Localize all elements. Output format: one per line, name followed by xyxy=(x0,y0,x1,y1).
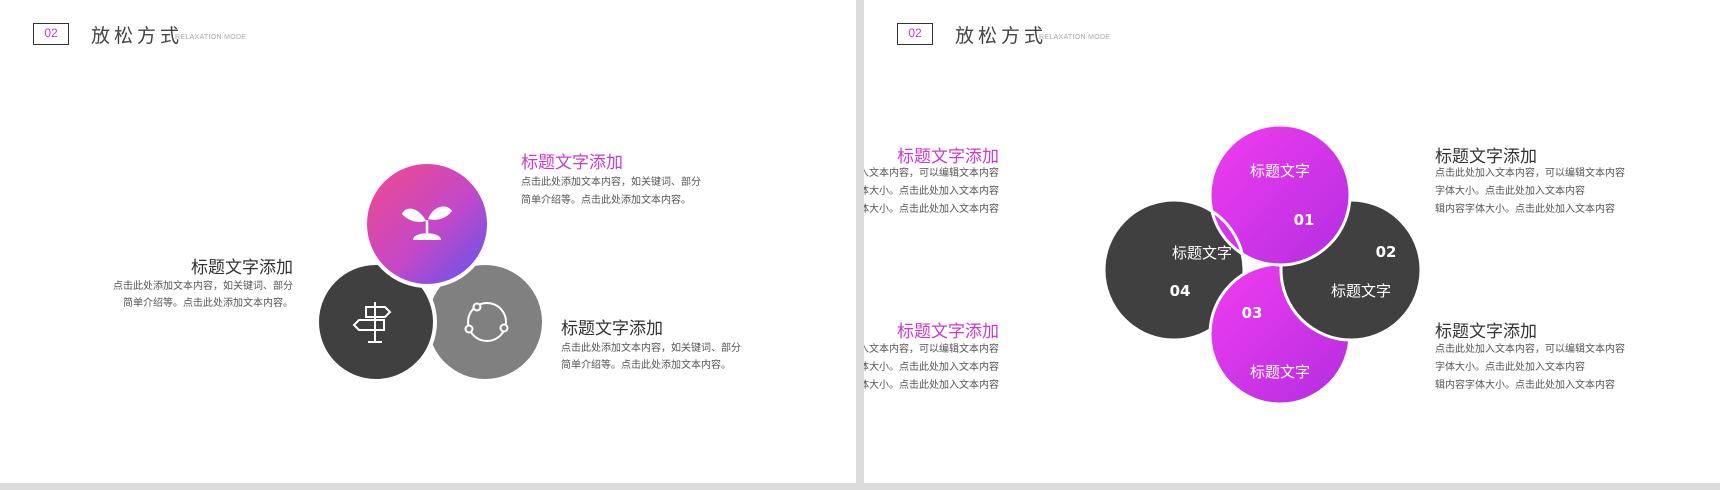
item-rb-line3: 辑内容字体大小。点击此处加入文本内容 xyxy=(1435,380,1615,391)
circle-04-number: 04 xyxy=(1170,282,1191,300)
item-lb-line3: 辑内容字体大小。点击此处加入文本内容 xyxy=(864,380,999,391)
item-left-title: 标题文字添加 xyxy=(191,258,293,278)
item-rb-line1: 点击此处加入文本内容，可以编辑文本内容 xyxy=(1435,344,1625,355)
slide-right: 02 放松方式 RELAXATION MODE 标题文字 01 02 标题文字 … xyxy=(864,0,1720,483)
circle-03-number: 03 xyxy=(1242,304,1263,322)
item-lb-title: 标题文字添加 xyxy=(897,322,999,342)
slide-left: 02 放松方式 RELAXATION MODE 标题文字添加 点击此处添加文本内… xyxy=(0,0,856,483)
item-rb-title: 标题文字添加 xyxy=(1435,322,1537,342)
item-right-title: 标题文字添加 xyxy=(561,319,663,339)
item-lt-line1: 点击此处加入文本内容，可以编辑文本内容 xyxy=(864,168,999,179)
item-lt-title: 标题文字添加 xyxy=(897,147,999,167)
item-right-line1: 点击此处添加文本内容，如关键词、部分 xyxy=(561,343,741,354)
item-lb-line2: 字体大小。点击此处加入文本内容 xyxy=(864,362,999,373)
item-lt-line3: 辑内容字体大小。点击此处加入文本内容 xyxy=(864,204,999,215)
four-circle-diagram: 标题文字 01 02 标题文字 03 标题文字 标题文字 04 xyxy=(1102,123,1423,406)
item-lt-line2: 字体大小。点击此处加入文本内容 xyxy=(864,186,999,197)
item-lb-line1: 点击此处加入文本内容，可以编辑文本内容 xyxy=(864,344,999,355)
item-top-line1: 点击此处添加文本内容，如关键词、部分 xyxy=(521,177,701,188)
item-top-title: 标题文字添加 xyxy=(521,153,623,173)
item-rt-line1: 点击此处加入文本内容，可以编辑文本内容 xyxy=(1435,168,1625,179)
item-rt-line2: 字体大小。点击此处加入文本内容 xyxy=(1435,186,1585,197)
circle-02-number: 02 xyxy=(1376,243,1397,261)
item-rt-title: 标题文字添加 xyxy=(1435,147,1537,167)
circle-02-label: 标题文字 xyxy=(1331,282,1391,300)
three-circle-diagram xyxy=(315,160,546,383)
circle-03-label: 标题文字 xyxy=(1250,363,1310,381)
circle-01-number: 01 xyxy=(1294,211,1315,229)
item-left-line1: 点击此处添加文本内容，如关键词、部分 xyxy=(113,281,293,292)
circle-01-label: 标题文字 xyxy=(1250,162,1310,180)
circle-04-label: 标题文字 xyxy=(1172,244,1232,262)
item-left-line2: 简单介绍等。点击此处添加文本内容。 xyxy=(123,298,293,309)
item-right-line2: 简单介绍等。点击此处添加文本内容。 xyxy=(561,360,731,371)
item-rt-line3: 辑内容字体大小。点击此处加入文本内容 xyxy=(1435,204,1615,215)
item-top-line2: 简单介绍等。点击此处添加文本内容。 xyxy=(521,195,691,206)
item-rb-line2: 字体大小。点击此处加入文本内容 xyxy=(1435,362,1585,373)
